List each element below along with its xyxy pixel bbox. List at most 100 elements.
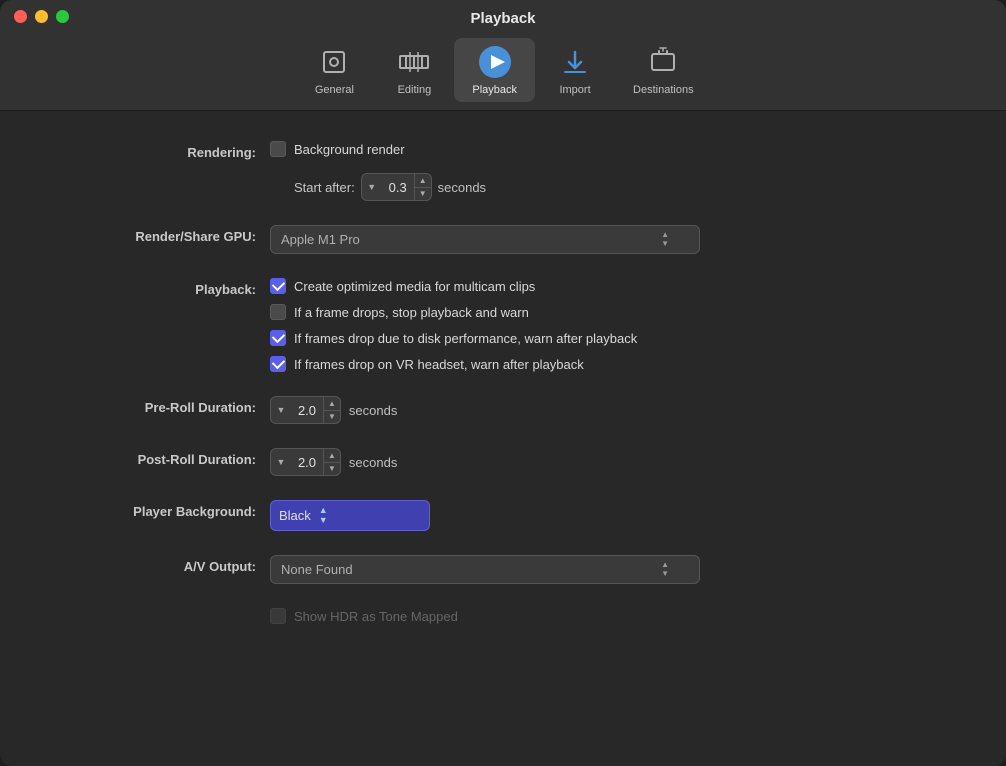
close-button[interactable]: [14, 10, 27, 23]
render-gpu-value: Apple M1 Pro: [281, 232, 360, 247]
content-area: Rendering: Background render Start after…: [0, 111, 1006, 766]
postroll-row: Post-Roll Duration: ▼ 2.0 ▲ ▼ seconds: [60, 448, 946, 476]
start-after-up[interactable]: ▲: [415, 174, 431, 188]
av-output-arrows: ▲ ▼: [661, 561, 669, 578]
general-icon: [316, 44, 352, 80]
playback-control: Create optimized media for multicam clip…: [270, 278, 946, 372]
start-after-seconds: seconds: [438, 180, 486, 195]
start-after-arrows: ▲ ▼: [414, 174, 431, 200]
av-output-control: None Found ▲ ▼: [270, 555, 946, 584]
preroll-value: 2.0: [291, 401, 323, 420]
background-render-label: Background render: [294, 142, 405, 157]
player-bg-down-arrow: ▼: [319, 516, 328, 525]
av-output-value: None Found: [281, 562, 353, 577]
start-after-down[interactable]: ▼: [415, 188, 431, 201]
playback-opt1-checkbox[interactable]: [270, 278, 286, 294]
maximize-button[interactable]: [56, 10, 69, 23]
av-output-select-wrapper: None Found ▲ ▼: [270, 555, 700, 584]
start-after-stepper: ▼ 0.3 ▲ ▼: [361, 173, 432, 201]
playback-opt3-wrapper: If frames drop due to disk performance, …: [270, 330, 637, 346]
postroll-up[interactable]: ▲: [324, 449, 340, 463]
window: Playback General: [0, 0, 1006, 766]
preroll-control: ▼ 2.0 ▲ ▼ seconds: [270, 396, 946, 424]
render-gpu-down-arrow: ▼: [661, 240, 669, 248]
toolbar-label-import: Import: [559, 84, 590, 96]
import-icon: [557, 44, 593, 80]
av-output-down-arrow: ▼: [661, 570, 669, 578]
start-after-stepper-control: ▼ 0.3 ▲ ▼: [361, 173, 432, 201]
preroll-down-arrow[interactable]: ▼: [271, 397, 291, 423]
traffic-lights: [14, 10, 69, 23]
postroll-label: Post-Roll Duration:: [60, 448, 270, 469]
hdr-control: Show HDR as Tone Mapped: [270, 608, 946, 624]
toolbar-label-general: General: [315, 84, 354, 96]
player-bg-arrows: ▲ ▼: [319, 506, 328, 525]
preroll-label: Pre-Roll Duration:: [60, 396, 270, 417]
preroll-row: Pre-Roll Duration: ▼ 2.0 ▲ ▼ seconds: [60, 396, 946, 424]
playback-row: Playback: Create optimized media for mul…: [60, 278, 946, 372]
hdr-checkbox[interactable]: [270, 608, 286, 624]
toolbar-item-editing[interactable]: Editing: [374, 38, 454, 102]
av-output-row: A/V Output: None Found ▲ ▼: [60, 555, 946, 584]
playback-opt4-checkbox[interactable]: [270, 356, 286, 372]
playback-opt4-wrapper: If frames drop on VR headset, warn after…: [270, 356, 637, 372]
playback-opt2-wrapper: If a frame drops, stop playback and warn: [270, 304, 637, 320]
player-bg-label: Player Background:: [60, 500, 270, 521]
preroll-up[interactable]: ▲: [324, 397, 340, 411]
start-after-label: Start after:: [294, 180, 355, 195]
hdr-row: Show HDR as Tone Mapped: [60, 608, 946, 624]
playback-opt2-label: If a frame drops, stop playback and warn: [294, 305, 529, 320]
postroll-down-arrow[interactable]: ▼: [271, 449, 291, 475]
playback-opt3-checkbox[interactable]: [270, 330, 286, 346]
render-gpu-label: Render/Share GPU:: [60, 225, 270, 246]
preroll-down[interactable]: ▼: [324, 411, 340, 424]
player-bg-select[interactable]: Black ▲ ▼: [270, 500, 430, 531]
av-output-select[interactable]: None Found ▲ ▼: [270, 555, 700, 584]
destinations-icon: [645, 44, 681, 80]
hdr-wrapper: Show HDR as Tone Mapped: [270, 608, 946, 624]
rendering-control: Background render Start after: ▼ 0.3 ▲ ▼: [270, 141, 946, 201]
toolbar-item-destinations[interactable]: Destinations: [615, 38, 712, 102]
rendering-row: Rendering: Background render Start after…: [60, 141, 946, 201]
av-output-up-arrow: ▲: [661, 561, 669, 569]
toolbar-item-general[interactable]: General: [294, 38, 374, 102]
toolbar-item-playback[interactable]: Playback: [454, 38, 535, 102]
render-gpu-arrows: ▲ ▼: [661, 231, 669, 248]
player-bg-row: Player Background: Black ▲ ▼: [60, 500, 946, 531]
playback-opt4-label: If frames drop on VR headset, warn after…: [294, 357, 584, 372]
rendering-label: Rendering:: [60, 141, 270, 162]
toolbar-label-editing: Editing: [398, 84, 432, 96]
editing-icon: [396, 44, 432, 80]
playback-icon: [477, 44, 513, 80]
hdr-label: Show HDR as Tone Mapped: [294, 609, 458, 624]
player-bg-value: Black: [279, 508, 311, 523]
preroll-arrows: ▲ ▼: [323, 397, 340, 423]
start-after-down-arrow[interactable]: ▼: [362, 174, 382, 200]
postroll-stepper-wrapper: ▼ 2.0 ▲ ▼: [270, 448, 341, 476]
title-bar: Playback: [0, 0, 1006, 30]
playback-opt3-label: If frames drop due to disk performance, …: [294, 331, 637, 346]
playback-opt1-wrapper: Create optimized media for multicam clip…: [270, 278, 637, 294]
player-bg-up-arrow: ▲: [319, 506, 328, 515]
start-after-row: Start after: ▼ 0.3 ▲ ▼ seconds: [294, 173, 486, 201]
postroll-control: ▼ 2.0 ▲ ▼ seconds: [270, 448, 946, 476]
playback-checkbox-group: Create optimized media for multicam clip…: [270, 278, 637, 372]
background-render-checkbox[interactable]: [270, 141, 286, 157]
player-bg-control: Black ▲ ▼: [270, 500, 946, 531]
preroll-stepper: ▼ 2.0 ▲ ▼: [270, 396, 341, 424]
playback-label: Playback:: [60, 278, 270, 299]
window-title: Playback: [470, 10, 535, 27]
render-gpu-select[interactable]: Apple M1 Pro ▲ ▼: [270, 225, 700, 254]
toolbar-label-destinations: Destinations: [633, 84, 694, 96]
hdr-spacer: [60, 608, 270, 611]
playback-opt2-checkbox[interactable]: [270, 304, 286, 320]
minimize-button[interactable]: [35, 10, 48, 23]
toolbar: General Editing: [0, 30, 1006, 111]
postroll-stepper: ▼ 2.0 ▲ ▼: [270, 448, 341, 476]
toolbar-item-import[interactable]: Import: [535, 38, 615, 102]
toolbar-label-playback: Playback: [472, 84, 517, 96]
render-gpu-select-wrapper: Apple M1 Pro ▲ ▼: [270, 225, 700, 254]
postroll-down[interactable]: ▼: [324, 463, 340, 476]
postroll-arrows: ▲ ▼: [323, 449, 340, 475]
postroll-seconds: seconds: [349, 455, 397, 470]
